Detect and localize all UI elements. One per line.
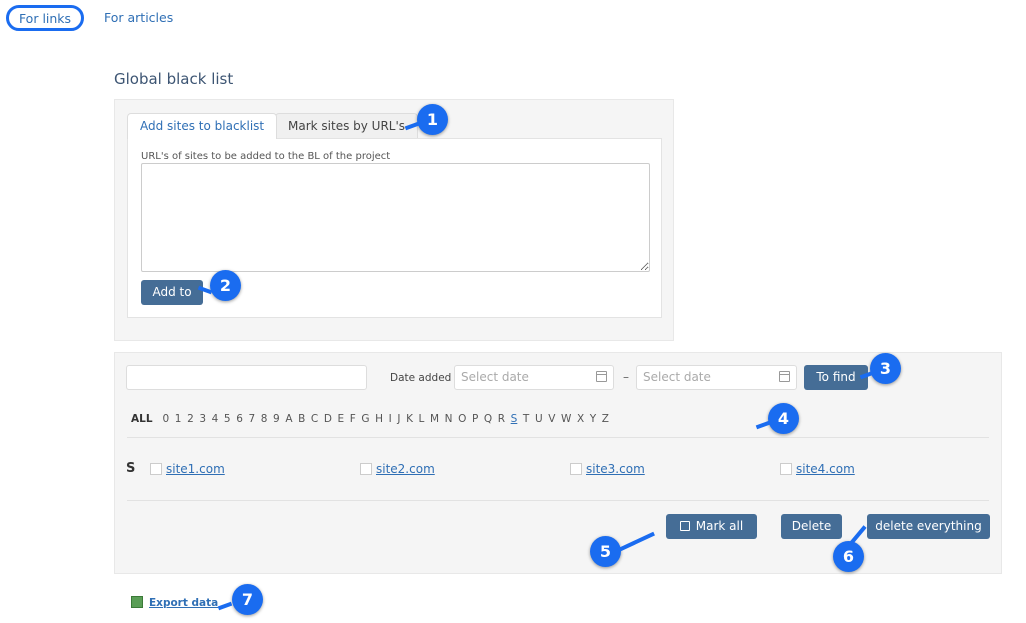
alphabet-all[interactable]: ALL	[131, 413, 153, 425]
tab-for-articles[interactable]: For articles	[104, 8, 173, 34]
site-checkbox[interactable]	[360, 463, 372, 475]
callout-badge: 4	[768, 403, 799, 434]
alphabet-letter[interactable]: Y	[590, 413, 596, 425]
mark-all-label: Mark all	[695, 519, 744, 533]
alphabet-letter[interactable]: K	[406, 413, 413, 425]
tab-for-links[interactable]: For links	[6, 5, 84, 31]
callout-badge: 3	[870, 353, 901, 384]
alphabet-letter[interactable]: 0	[163, 413, 170, 425]
alphabet-letter[interactable]: N	[445, 413, 453, 425]
alphabet-letter[interactable]: 7	[248, 413, 255, 425]
search-input[interactable]	[126, 365, 367, 390]
alphabet-letter[interactable]: H	[375, 413, 383, 425]
alphabet-letter[interactable]: X	[577, 413, 584, 425]
alphabet-letter[interactable]: 9	[273, 413, 280, 425]
divider	[127, 500, 989, 501]
search-panel: Date added Select date – Select date To …	[114, 352, 1002, 574]
date-separator: –	[623, 370, 629, 384]
date-from-input[interactable]: Select date	[454, 365, 614, 390]
alphabet-letter[interactable]: D	[324, 413, 332, 425]
alphabet-letter[interactable]: 8	[261, 413, 268, 425]
divider	[127, 437, 989, 438]
alphabet-letter[interactable]: Z	[602, 413, 609, 425]
site-item[interactable]: site1.com	[150, 462, 225, 476]
alphabet-letter[interactable]: 1	[175, 413, 182, 425]
site-checkbox[interactable]	[570, 463, 582, 475]
date-to-placeholder: Select date	[643, 370, 711, 384]
alphabet-filter: ALL 0 1 2 3 4 5 6 7 8 9 A B C D E F G H I J K L M N O P Q R S T U V W X Y Z	[131, 413, 615, 425]
alphabet-letter[interactable]: F	[350, 413, 356, 425]
alphabet-letter[interactable]: Q	[484, 413, 492, 425]
alphabet-letter[interactable]: U	[535, 413, 543, 425]
alphabet-letter[interactable]: S	[511, 413, 518, 425]
group-letter: S	[126, 461, 136, 476]
alphabet-letter[interactable]: R	[498, 413, 505, 425]
alphabet-letter[interactable]: T	[523, 413, 529, 425]
callout-badge: 1	[417, 104, 448, 135]
tab-mark-sites[interactable]: Mark sites by URL's	[275, 113, 419, 139]
blacklist-panel: Add sites to blacklist Mark sites by URL…	[114, 99, 674, 341]
alphabet-letter[interactable]: O	[458, 413, 466, 425]
delete-button[interactable]: Delete	[781, 514, 842, 539]
site-link[interactable]: site4.com	[796, 462, 855, 476]
mark-all-button[interactable]: Mark all	[666, 514, 757, 539]
date-added-label: Date added	[390, 372, 452, 384]
alphabet-letter[interactable]: J	[397, 413, 400, 425]
alphabet-letter[interactable]: I	[389, 413, 392, 425]
site-checkbox[interactable]	[150, 463, 162, 475]
calendar-icon[interactable]	[779, 371, 790, 382]
alphabet-letter[interactable]: L	[419, 413, 425, 425]
checkbox-icon	[679, 521, 690, 531]
alphabet-letter[interactable]: C	[311, 413, 318, 425]
callout-badge: 7	[232, 584, 263, 615]
site-item[interactable]: site2.com	[360, 462, 435, 476]
delete-everything-button[interactable]: delete everything	[867, 514, 990, 539]
alphabet-letter[interactable]: 3	[199, 413, 206, 425]
site-link[interactable]: site3.com	[586, 462, 645, 476]
alphabet-letter[interactable]: 6	[236, 413, 243, 425]
site-link[interactable]: site1.com	[166, 462, 225, 476]
alphabet-letter[interactable]: 5	[224, 413, 231, 425]
urls-textarea[interactable]	[141, 163, 650, 272]
alphabet-letter[interactable]: E	[338, 413, 345, 425]
date-to-input[interactable]: Select date	[636, 365, 797, 390]
alphabet-letter[interactable]: A	[285, 413, 292, 425]
export-label: Export data	[149, 597, 219, 609]
site-item[interactable]: site4.com	[780, 462, 855, 476]
add-button[interactable]: Add to	[141, 280, 203, 305]
callout-badge: 2	[210, 270, 241, 301]
alphabet-letter[interactable]: B	[298, 413, 305, 425]
callout-badge: 5	[590, 536, 621, 567]
site-item[interactable]: site3.com	[570, 462, 645, 476]
alphabet-letter[interactable]: G	[361, 413, 369, 425]
alphabet-letter[interactable]: 4	[212, 413, 219, 425]
urls-label: URL's of sites to be added to the BL of …	[141, 151, 391, 162]
callout-badge: 6	[833, 541, 864, 572]
find-button[interactable]: To find	[804, 365, 868, 390]
alphabet-letter[interactable]: V	[548, 413, 555, 425]
site-checkbox[interactable]	[780, 463, 792, 475]
tab-add-sites[interactable]: Add sites to blacklist	[127, 113, 278, 139]
alphabet-letter[interactable]: 2	[187, 413, 194, 425]
export-data-link[interactable]: Export data	[131, 596, 218, 609]
page-title: Global black list	[114, 70, 234, 88]
alphabet-letter[interactable]: M	[430, 413, 439, 425]
excel-icon	[131, 596, 143, 608]
date-from-placeholder: Select date	[461, 370, 529, 384]
alphabet-letter[interactable]: W	[561, 413, 571, 425]
calendar-icon[interactable]	[596, 371, 607, 382]
alphabet-letter[interactable]: P	[472, 413, 478, 425]
site-link[interactable]: site2.com	[376, 462, 435, 476]
